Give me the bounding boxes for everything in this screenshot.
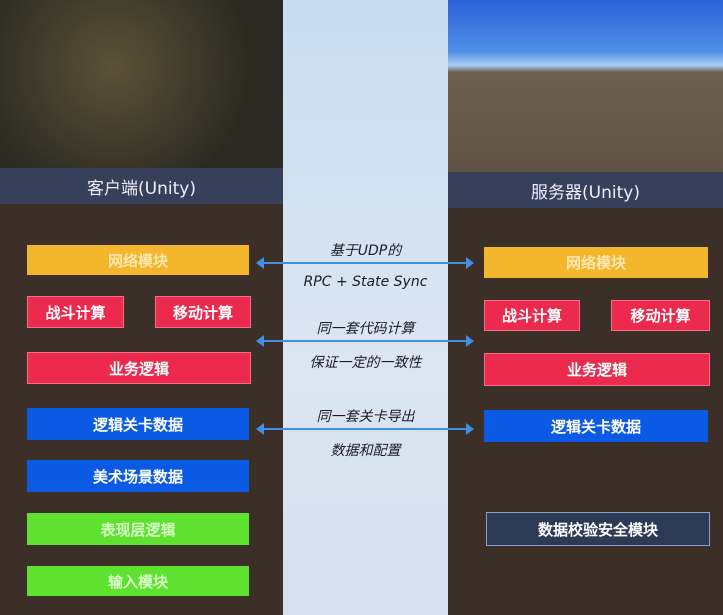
server-level-data: 逻辑关卡数据 [484, 410, 708, 442]
link-2-line1: 同一套代码计算 [316, 321, 415, 337]
link-2-line2: 保证一定的一致性 [309, 355, 422, 371]
double-arrow-icon [256, 257, 474, 269]
link-3-line1: 同一套关卡导出 [316, 409, 415, 425]
center-strip [283, 0, 448, 615]
client-input-module: 输入模块 [27, 566, 249, 596]
server-security-module: 数据校验安全模块 [486, 512, 710, 546]
client-art-scene-data: 美术场景数据 [27, 460, 249, 492]
client-presentation-logic: 表现层逻辑 [27, 513, 249, 545]
link-1-line1: 基于UDP的 [329, 243, 402, 259]
server-combat-calc: 战斗计算 [484, 300, 580, 331]
double-arrow-icon [256, 423, 474, 435]
server-movement-calc: 移动计算 [611, 300, 710, 331]
server-scene-screenshot [448, 0, 723, 172]
client-game-screenshot [0, 0, 283, 168]
link-1-line2: RPC + State Sync [303, 274, 428, 290]
client-movement-calc: 移动计算 [155, 296, 251, 328]
double-arrow-icon [256, 335, 474, 347]
client-business-logic: 业务逻辑 [27, 352, 251, 384]
client-level-data: 逻辑关卡数据 [27, 408, 249, 440]
server-network-module: 网络模块 [484, 247, 708, 278]
client-network-module: 网络模块 [27, 245, 249, 275]
server-business-logic: 业务逻辑 [484, 353, 710, 386]
server-title: 服务器(Unity) [448, 172, 723, 208]
client-combat-calc: 战斗计算 [27, 296, 124, 328]
client-title: 客户端(Unity) [0, 168, 283, 204]
link-3-line2: 数据和配置 [330, 443, 401, 459]
